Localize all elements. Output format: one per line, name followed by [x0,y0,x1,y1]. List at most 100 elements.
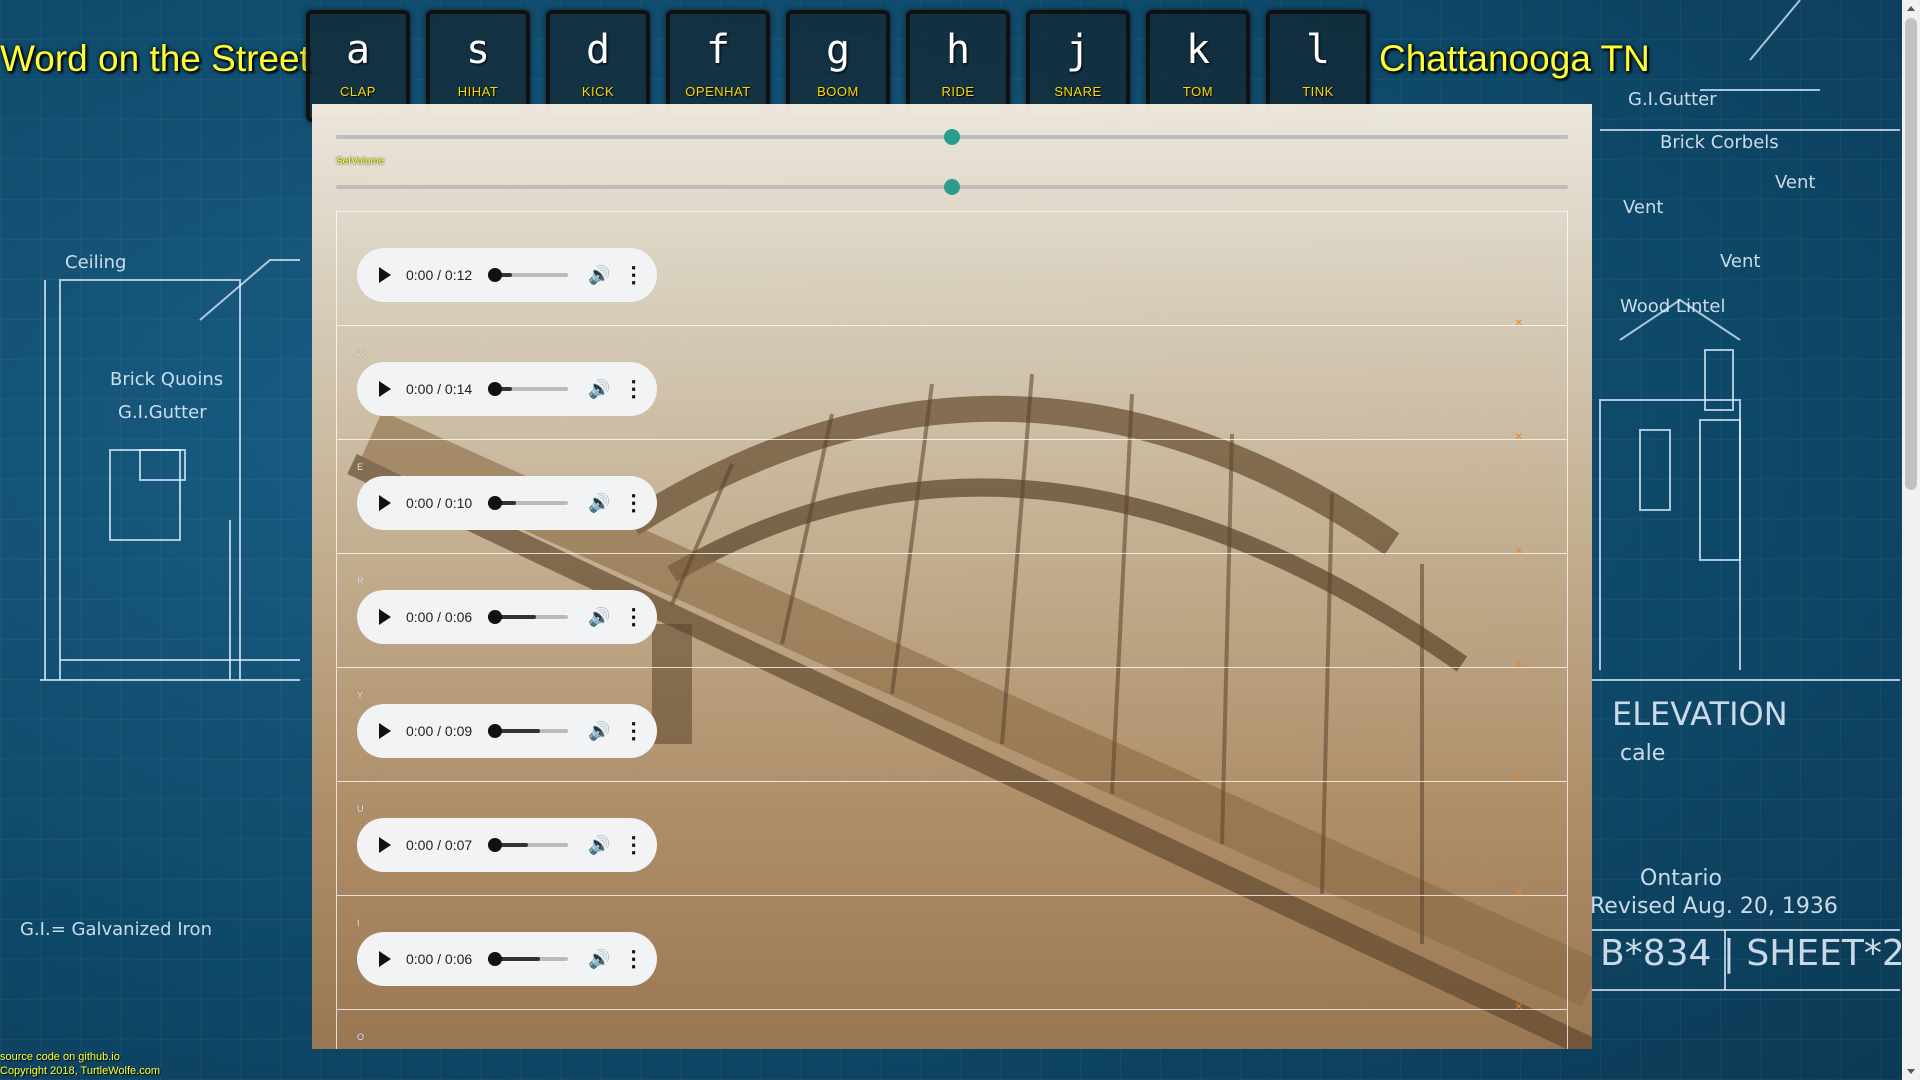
more-options-icon[interactable]: ⋮ [623,946,645,972]
svg-text:B*834 | SHEET*2: B*834 | SHEET*2 [1600,933,1905,974]
play-icon[interactable] [379,951,391,967]
svg-text:Vent: Vent [1775,172,1815,193]
volume-bar[interactable] [488,610,569,624]
audio-track: O [336,1009,1568,1049]
set-volume-label: SetVolume [336,156,385,167]
svg-text:G.I.= Galvanized Iron: G.I.= Galvanized Iron [20,919,212,940]
audio-player: 0:00 / 0:14 🔊 ⋮ [357,362,657,416]
audio-player: 0:00 / 0:07 🔊 ⋮ [357,818,657,872]
volume-bar[interactable] [488,382,569,396]
play-icon[interactable] [379,495,391,511]
audio-track: I 0:00 / 0:06 🔊 ⋮ ✕ [336,895,1568,1013]
seek-knob[interactable] [488,382,503,396]
volume-icon[interactable]: 🔊 [588,607,610,628]
volume-icon[interactable]: 🔊 [588,379,610,400]
rate-slider[interactable] [336,129,1568,145]
audio-track: Y 0:00 / 0:09 🔊 ⋮ ✕ [336,667,1568,785]
key-letter: h [945,27,971,73]
key-letter: s [465,27,491,73]
play-icon[interactable] [379,267,391,283]
volume-icon[interactable]: 🔊 [588,493,610,514]
more-options-icon[interactable]: ⋮ [623,376,645,402]
svg-text:Vent: Vent [1720,251,1760,272]
main-panel: SetVolume 0:00 / 0:12 🔊 ⋮ ✕ W 0:00 / 0:14 🔊 ⋮ ✕ E… [312,104,1592,1049]
track-letter: I [357,918,360,928]
scroll-up-arrow-icon[interactable] [1907,6,1915,11]
copyright-text: Copyright 2018, TurtleWolfe.com [0,1065,160,1077]
svg-text:G.I.Gutter: G.I.Gutter [1628,89,1717,110]
track-time: 0:00 / 0:14 [406,381,473,397]
audio-player: 0:00 / 0:06 🔊 ⋮ [357,590,657,644]
svg-text:Wood Lintel: Wood Lintel [1620,296,1726,317]
audio-player: 0:00 / 0:12 🔊 ⋮ [357,248,657,302]
play-icon[interactable] [379,609,391,625]
volume-slider-thumb[interactable] [944,179,960,195]
more-options-icon[interactable]: ⋮ [623,490,645,516]
page-scrollbar[interactable] [1902,0,1920,1080]
track-letter: R [357,576,364,586]
key-letter: k [1185,27,1211,73]
key-sound-label: CLAP [340,84,376,99]
track-time: 0:00 / 0:06 [406,951,473,967]
seek-knob[interactable] [488,496,503,510]
key-sound-label: OPENHAT [685,84,751,99]
city-title: Chattanooga TN [1379,38,1650,79]
track-letter: Y [357,690,364,700]
key-letter: d [585,27,611,73]
play-icon[interactable] [379,837,391,853]
svg-text:Brick Corbels: Brick Corbels [1660,132,1779,153]
key-letter: l [1305,27,1331,73]
more-options-icon[interactable]: ⋮ [623,262,645,288]
svg-text:Revised Aug. 20, 1936: Revised Aug. 20, 1936 [1590,894,1838,919]
track-time: 0:00 / 0:09 [406,723,473,739]
key-letter: j [1065,27,1091,73]
page-title: Word on the Street [0,38,310,79]
key-sound-label: TOM [1182,84,1214,99]
audio-track: U 0:00 / 0:07 🔊 ⋮ ✕ [336,781,1568,899]
source-code-link[interactable]: source code on github.io [0,1051,120,1063]
volume-icon[interactable]: 🔊 [588,835,610,856]
audio-player: 0:00 / 0:06 🔊 ⋮ [357,932,657,986]
key-sound-label: KICK [581,84,615,99]
audio-track: 0:00 / 0:12 🔊 ⋮ ✕ [336,211,1568,329]
seek-knob[interactable] [488,838,503,852]
more-options-icon[interactable]: ⋮ [623,718,645,744]
volume-icon[interactable]: 🔊 [588,721,610,742]
volume-slider[interactable] [336,179,1568,195]
svg-text:G.I.Gutter: G.I.Gutter [118,402,207,423]
track-time: 0:00 / 0:06 [406,609,473,625]
seek-knob[interactable] [488,724,503,738]
scrollbar-thumb[interactable] [1905,18,1917,490]
track-time: 0:00 / 0:07 [406,837,473,853]
volume-icon[interactable]: 🔊 [588,265,610,286]
key-sound-label: TINK [1302,84,1334,99]
scroll-down-arrow-icon[interactable] [1907,1069,1915,1074]
audio-player: 0:00 / 0:09 🔊 ⋮ [357,704,657,758]
svg-text:Ceiling: Ceiling [65,252,126,273]
volume-bar[interactable] [488,838,569,852]
play-icon[interactable] [379,381,391,397]
key-letter: a [345,27,371,73]
seek-knob[interactable] [488,952,503,966]
key-letter: f [705,27,731,73]
key-sound-label: HIHAT [457,84,499,99]
volume-bar[interactable] [488,724,569,738]
track-letter: E [357,462,364,472]
more-options-icon[interactable]: ⋮ [623,604,645,630]
track-letter: O [357,1032,365,1042]
footer: source code on github.io Copyright 2018,… [0,1050,160,1078]
play-icon[interactable] [379,723,391,739]
key-sound-label: SNARE [1054,84,1102,99]
volume-bar[interactable] [488,268,569,282]
rate-slider-thumb[interactable] [944,129,960,145]
audio-track: R 0:00 / 0:06 🔊 ⋮ ✕ [336,553,1568,671]
audio-track: W 0:00 / 0:14 🔊 ⋮ ✕ [336,325,1568,443]
more-options-icon[interactable]: ⋮ [623,832,645,858]
seek-knob[interactable] [488,610,503,624]
audio-track: E 0:00 / 0:10 🔊 ⋮ ✕ [336,439,1568,557]
seek-knob[interactable] [488,268,503,282]
volume-icon[interactable]: 🔊 [588,949,610,970]
volume-bar[interactable] [488,952,569,966]
volume-bar[interactable] [488,496,569,510]
svg-text:cale: cale [1620,741,1665,766]
